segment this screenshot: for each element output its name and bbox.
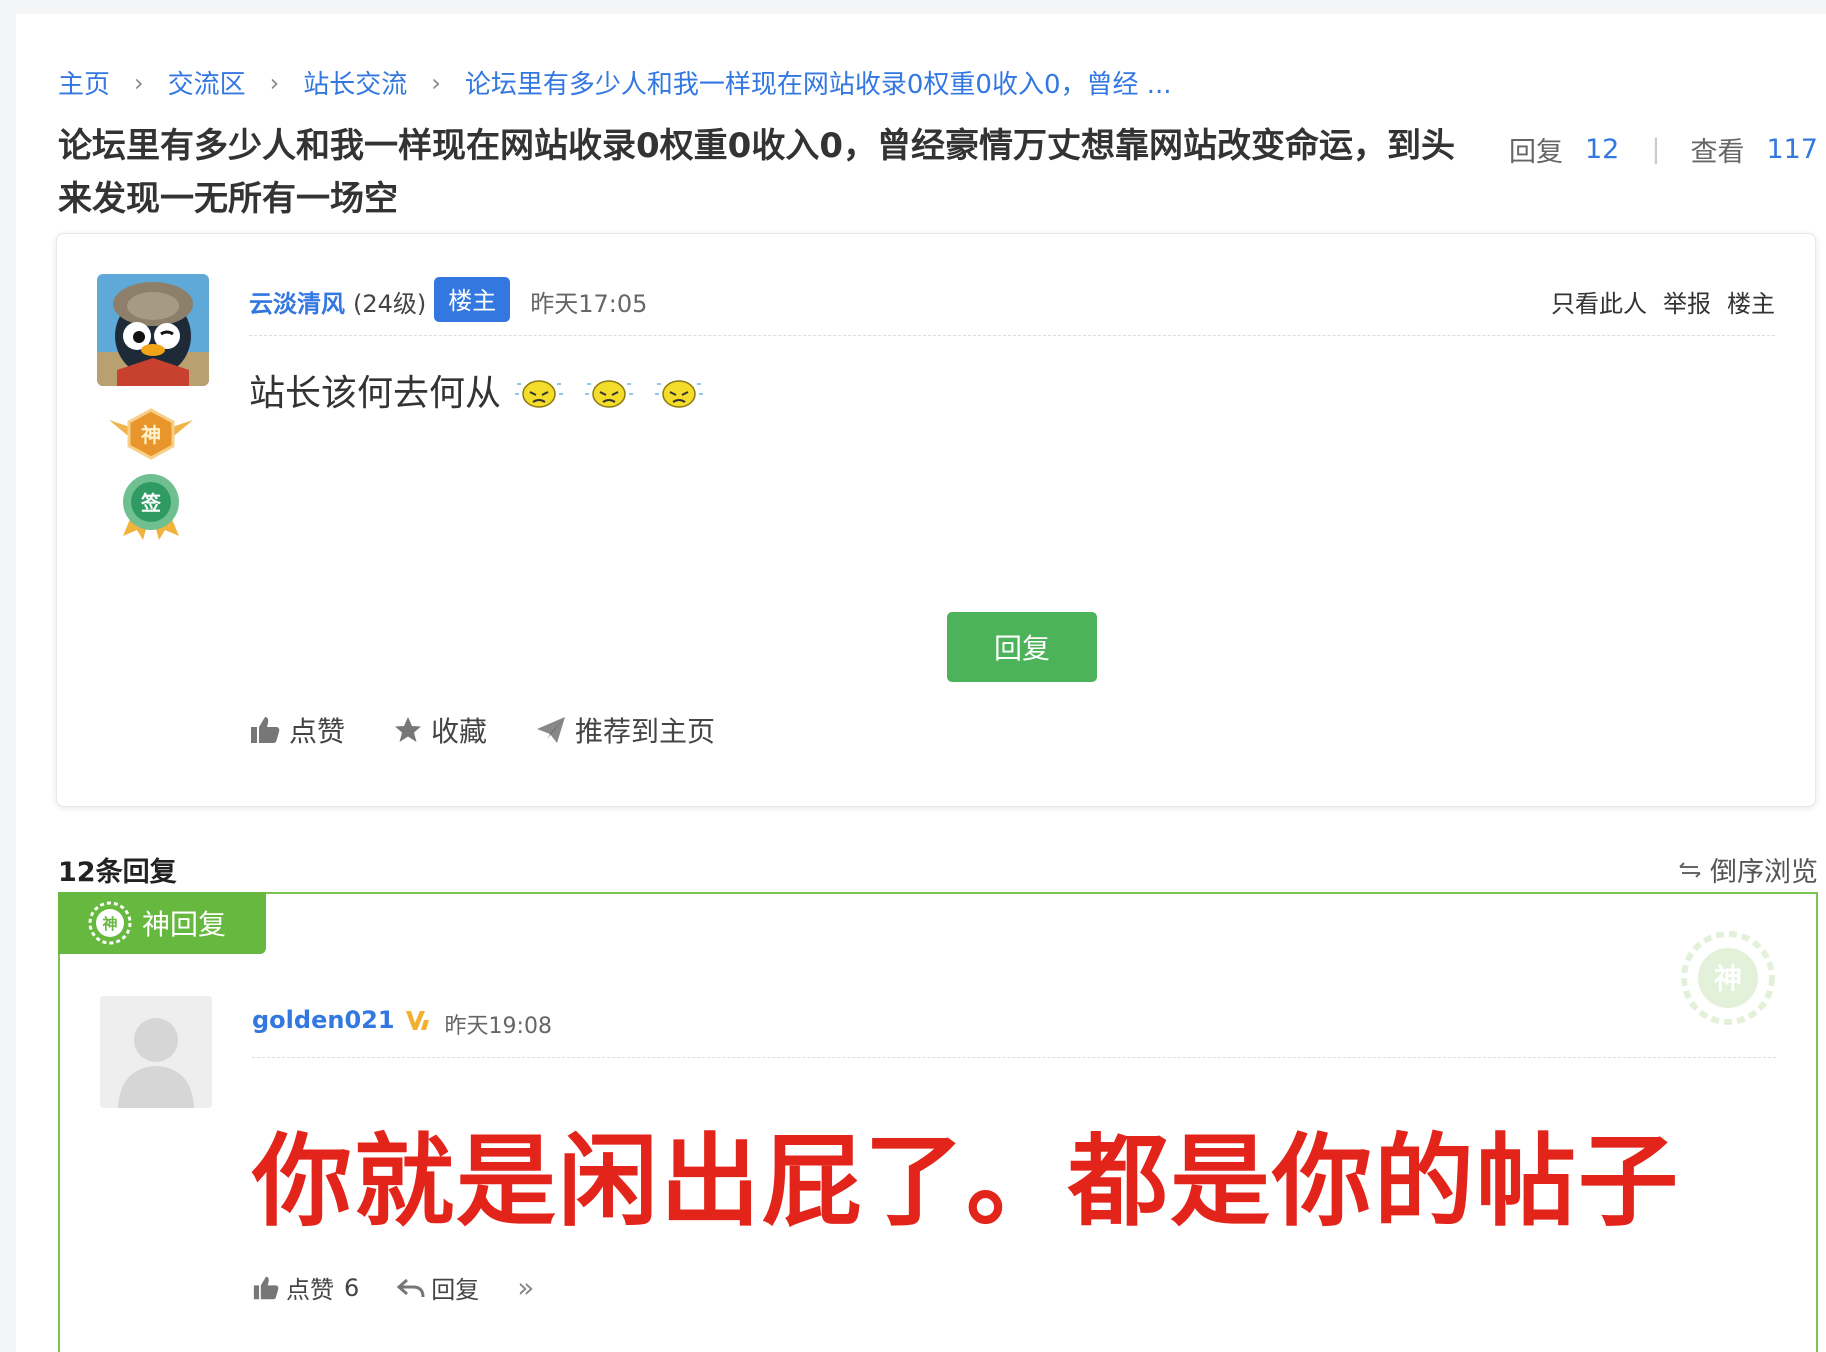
reply-header: golden021 昨天19:08 [252,1006,1776,1058]
penguin-avatar-icon [97,274,209,386]
svg-text:神: 神 [141,423,161,447]
reply-arrow-icon [397,1278,425,1297]
reply-action-bar: 点赞 6 回复 » [252,1270,572,1305]
sweat-face-icon [515,380,564,408]
only-this-user-link[interactable]: 只看此人 [1551,284,1647,319]
sweat-face-icon [655,380,704,408]
sign-in-badge-icon: 签 [115,472,187,544]
reply-content: 你就是闲出屁了。都是你的帖子 [252,1123,1680,1240]
paper-plane-icon [537,717,566,743]
author-name[interactable]: 云淡清风 [249,284,345,319]
thread-stats: 回复 12 | 查看 117 [1509,130,1818,169]
god-reply-card: 神 神回复 神 golden021 昨天19:08 你就是闲出屁了。都是你的帖子… [58,892,1818,1352]
breadcrumb-webmaster[interactable]: 站长交流 [303,64,407,101]
reply-like-label: 点赞 [286,1276,334,1304]
default-avatar[interactable] [100,996,212,1108]
breadcrumb-home[interactable]: 主页 [58,64,110,101]
swap-arrows-icon [1679,861,1701,878]
default-user-icon [100,996,212,1108]
reply-author-name[interactable]: golden021 [252,1006,395,1034]
reply-like-count: 6 [344,1273,360,1302]
god-rank-badge-icon: 神 [105,406,197,466]
breadcrumb-current-thread[interactable]: 论坛里有多少人和我一样现在网站收录0权重0收入0，曾经 ... [465,64,1172,101]
reply-to-reply-button[interactable]: 回复 [397,1270,479,1305]
floor-owner-label: 楼主 [1727,290,1775,318]
breadcrumb-community[interactable]: 交流区 [168,64,246,101]
reply-like-button[interactable]: 点赞 6 [252,1270,359,1305]
vip-icon [405,1008,431,1038]
reply-time: 昨天19:08 [444,1014,552,1039]
post-content: 站长该何去何从 [249,364,723,416]
recommend-label: 推荐到主页 [575,715,716,748]
reverse-order-label: 倒序浏览 [1710,857,1818,888]
more-actions-button[interactable]: » [517,1271,534,1304]
reply-count-heading: 12条回复 [58,857,177,888]
forum-page: 主页 › 交流区 › 站长交流 › 论坛里有多少人和我一样现在网站收录0权重0收… [16,14,1826,1352]
like-label: 点赞 [289,715,346,748]
recommend-button[interactable]: 推荐到主页 [535,710,715,750]
breadcrumb: 主页 › 交流区 › 站长交流 › 论坛里有多少人和我一样现在网站收录0权重0收… [58,64,1172,101]
report-link[interactable]: 举报 [1663,284,1711,319]
stats-divider: | [1651,134,1661,165]
reply-to-reply-label: 回复 [431,1276,480,1304]
svg-text:签: 签 [140,491,162,515]
owner-badge: 楼主 [434,277,511,322]
reply-count: 12 [1584,134,1620,165]
reply-button[interactable]: 回复 [947,612,1097,682]
post-action-bar: 点赞 收藏 推荐到主页 [249,710,763,750]
thumbs-up-icon [251,717,280,743]
reply-count-label: 回复 [1508,137,1563,168]
chevron-right-icon: › [269,68,280,97]
double-chevron-right-icon: » [517,1271,535,1304]
view-count: 117 [1766,134,1818,165]
svg-text:神: 神 [102,915,117,933]
sweat-face-icon [585,380,634,408]
god-reply-label: 神回复 [142,908,227,941]
post-time: 昨天17:05 [530,290,648,318]
post-header: 云淡清风 (24级) 楼主 昨天17:05 只看此人 举报 楼主 [249,277,1775,336]
thread-title: 论坛里有多少人和我一样现在网站收录0权重0收入0，曾经豪情万丈想靠网站改变命运，… [58,126,1455,219]
svg-text:神: 神 [1714,962,1742,995]
reverse-order-button[interactable]: 倒序浏览 [1678,850,1818,889]
post-text: 站长该何去何从 [249,373,502,414]
favorite-button[interactable]: 收藏 [393,710,487,750]
chevron-right-icon: › [134,68,144,97]
god-reply-icon: 神 [88,901,132,945]
emoji-group [513,370,723,410]
main-post-card: 神 签 云淡清风 (24级) 楼主 昨天17:05 只看此人 举报 楼主 站长该… [56,233,1816,807]
view-count-label: 查看 [1690,137,1745,168]
favorite-label: 收藏 [431,715,488,748]
chevron-right-icon: › [431,68,441,97]
thumbs-up-icon [253,1276,279,1299]
post-header-actions: 只看此人 举报 楼主 [1535,284,1775,319]
god-reply-ribbon: 神 神回复 [58,892,266,954]
avatar[interactable] [97,274,209,386]
like-button[interactable]: 点赞 [249,710,345,750]
author-level: (24级) [353,290,427,318]
star-icon [395,717,422,742]
